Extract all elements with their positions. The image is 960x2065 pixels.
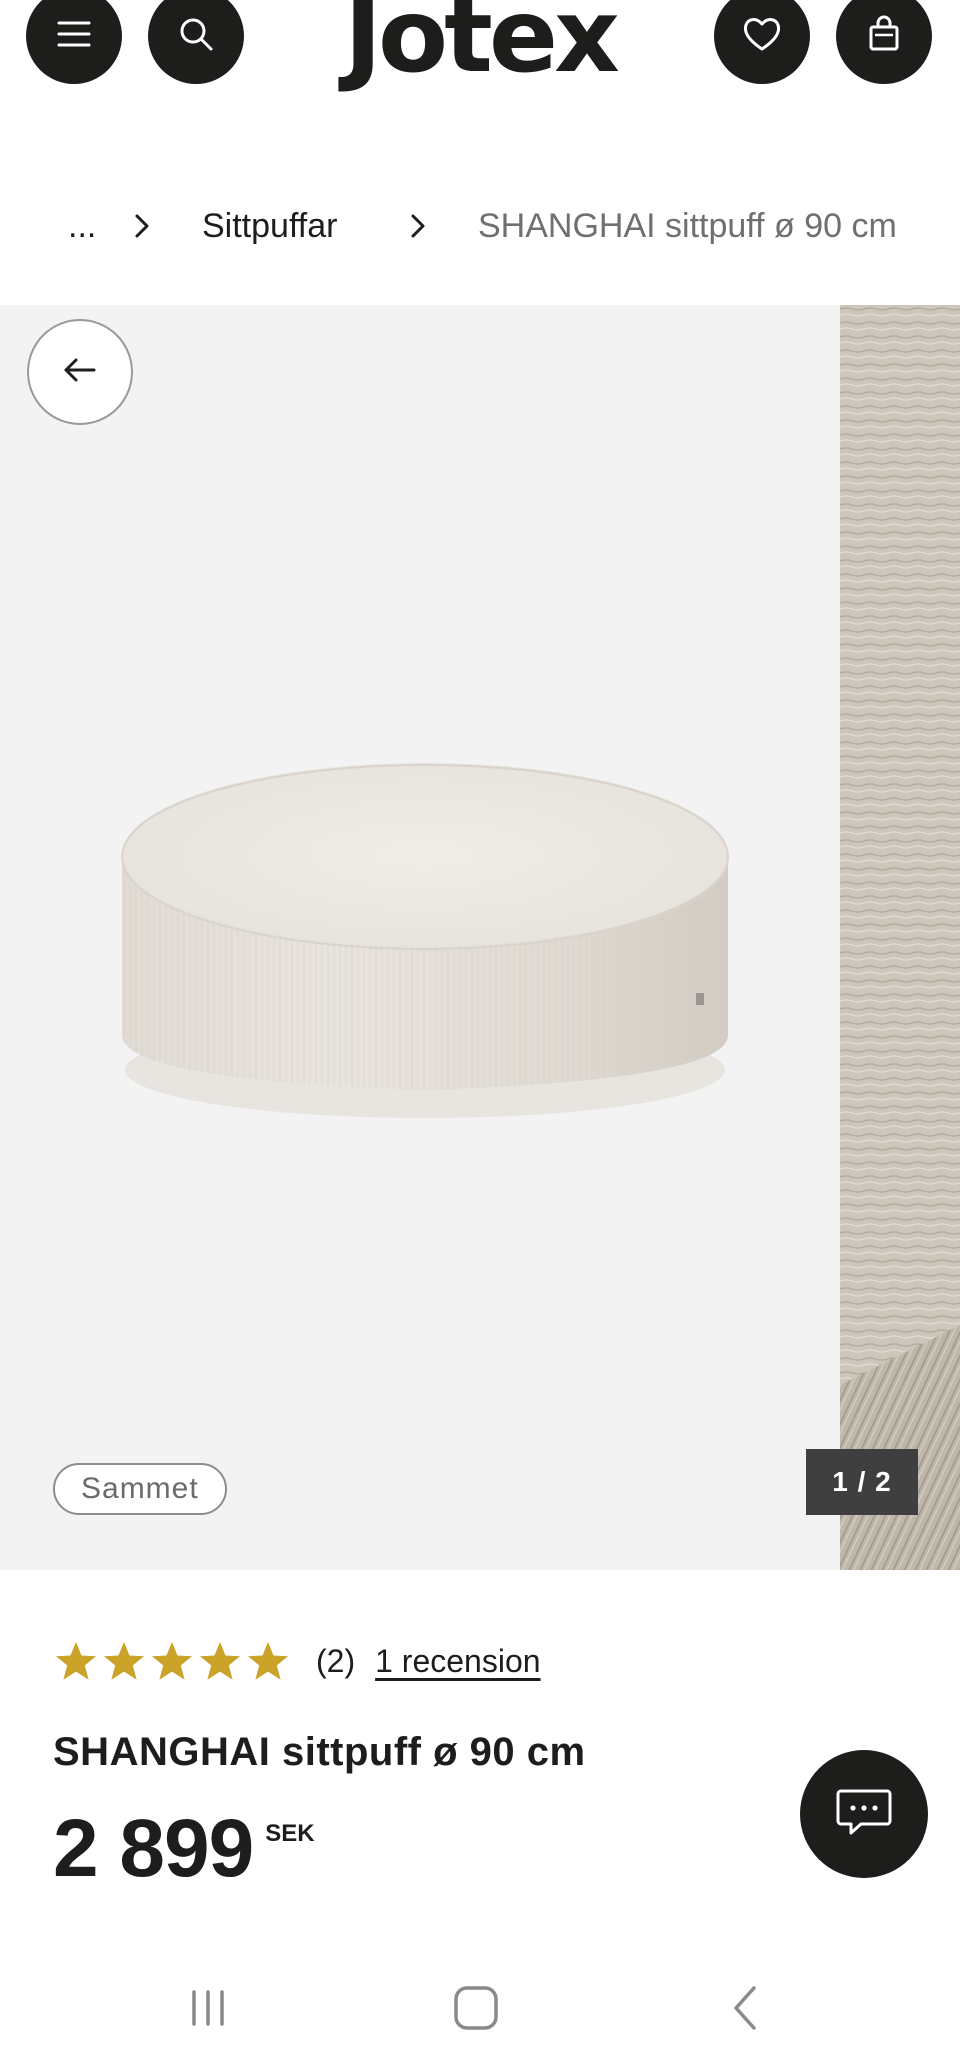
pouf-image: [121, 763, 729, 1118]
heart-icon: [741, 13, 783, 60]
price-currency: SEK: [265, 1820, 315, 1847]
chevron-left-icon: [716, 1978, 776, 2043]
shopping-bag-icon: [863, 13, 905, 60]
recent-apps-icon: [178, 1978, 238, 2043]
image-counter: 1 / 2: [806, 1449, 918, 1515]
star-icon: [150, 1639, 194, 1683]
fabric-closeup-image: [840, 305, 960, 1570]
reviews-link[interactable]: 1 recension: [375, 1643, 540, 1680]
product-gallery[interactable]: Sammet 1 / 2: [0, 305, 960, 1570]
material-tag: Sammet: [53, 1463, 227, 1515]
site-logo[interactable]: Jotex: [0, 0, 960, 88]
recent-apps-button[interactable]: [178, 1980, 238, 2040]
home-icon: [446, 1978, 506, 2043]
arrow-left-icon: [58, 348, 102, 397]
star-icon: [102, 1639, 146, 1683]
breadcrumb-current: SHANGHAI sittpuff ø 90 cm: [478, 207, 897, 245]
home-button[interactable]: [446, 1980, 506, 2040]
rating-count: (2): [316, 1642, 356, 1679]
system-navigation-bar: [0, 1950, 960, 2065]
product-page: Jotex ... Sittpuffar SHANGHAI sittpuff ø…: [0, 0, 960, 2065]
chevron-right-icon: [400, 208, 436, 244]
breadcrumb: ... Sittpuffar SHANGHAI sittpuff ø 90 cm: [0, 196, 960, 256]
star-icon: [246, 1639, 290, 1683]
next-image-preview[interactable]: [840, 305, 960, 1570]
breadcrumb-category-link[interactable]: Sittpuffar: [202, 196, 337, 256]
system-back-button[interactable]: [716, 1980, 776, 2040]
product-price: 2 899 SEK: [53, 1808, 315, 1890]
chat-button[interactable]: [800, 1750, 928, 1878]
chat-bubble-icon: [831, 1779, 897, 1850]
site-header: Jotex: [0, 0, 960, 120]
price-value: 2 899: [53, 1803, 254, 1894]
product-rating: (2) 1 recension: [54, 1636, 541, 1686]
product-image[interactable]: [0, 305, 840, 1570]
back-button[interactable]: [27, 319, 133, 425]
product-title: SHANGHAI sittpuff ø 90 cm: [53, 1730, 586, 1774]
star-icon: [198, 1639, 242, 1683]
chevron-right-icon: [124, 208, 160, 244]
star-icon: [54, 1639, 98, 1683]
breadcrumb-ellipsis[interactable]: ...: [68, 196, 96, 256]
